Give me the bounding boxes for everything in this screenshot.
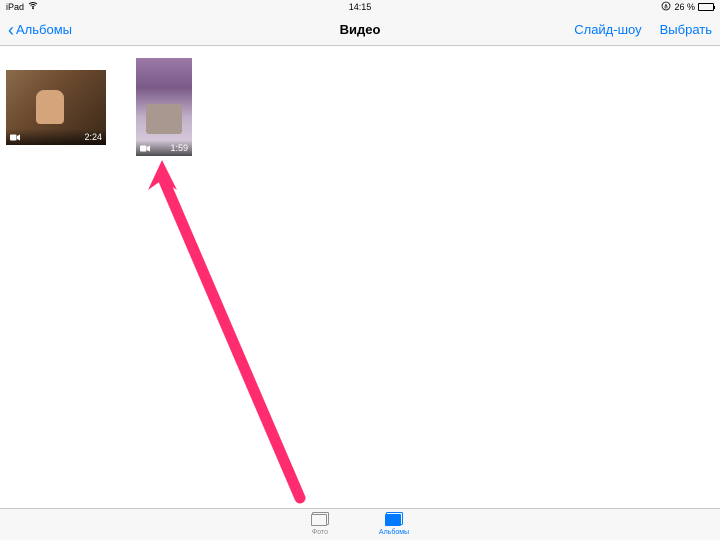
video-duration: 1:59 xyxy=(170,143,188,153)
thumbnail-footer: 1:59 xyxy=(136,140,192,156)
back-button[interactable]: ‹ Альбомы xyxy=(8,21,72,39)
back-label: Альбомы xyxy=(16,22,72,37)
video-thumbnail[interactable]: 2:24 xyxy=(6,70,106,145)
thumbnail-footer: 2:24 xyxy=(6,129,106,145)
status-bar: iPad 14:15 26 % xyxy=(0,0,720,14)
photos-icon xyxy=(311,514,327,526)
video-camera-icon xyxy=(10,134,20,141)
select-button[interactable]: Выбрать xyxy=(660,22,712,37)
chevron-left-icon: ‹ xyxy=(8,21,14,39)
battery-icon xyxy=(698,3,714,11)
video-grid: 2:24 1:59 xyxy=(0,46,720,508)
tab-albums[interactable]: Альбомы xyxy=(379,514,409,536)
tab-label: Альбомы xyxy=(379,529,409,536)
status-time: 14:15 xyxy=(349,2,372,12)
battery-percent: 26 % xyxy=(674,2,695,12)
tab-bar: Фото Альбомы xyxy=(0,508,720,540)
tab-photos[interactable]: Фото xyxy=(311,514,329,536)
video-thumbnail[interactable]: 1:59 xyxy=(136,58,192,156)
albums-icon xyxy=(385,514,401,526)
video-duration: 2:24 xyxy=(84,132,102,142)
navigation-bar: ‹ Альбомы Видео Слайд-шоу Выбрать xyxy=(0,14,720,46)
tab-label: Фото xyxy=(312,529,328,536)
slideshow-button[interactable]: Слайд-шоу xyxy=(574,22,641,37)
page-title: Видео xyxy=(340,22,381,37)
video-camera-icon xyxy=(140,145,150,152)
wifi-icon xyxy=(28,2,38,12)
orientation-lock-icon xyxy=(661,1,671,13)
device-label: iPad xyxy=(6,2,24,12)
